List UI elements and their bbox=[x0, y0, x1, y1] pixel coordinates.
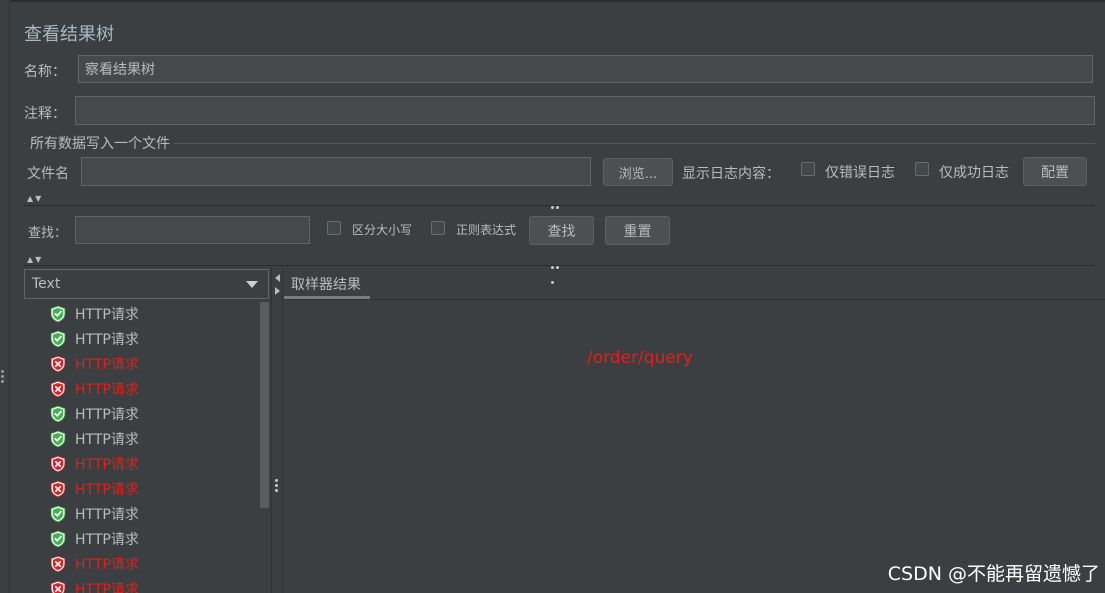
regex-checkbox[interactable] bbox=[431, 221, 445, 235]
tree-item-label: HTTP请求 bbox=[75, 456, 139, 473]
splitter-2-grip-icon[interactable] bbox=[551, 258, 565, 284]
splitter-1-grip-icon[interactable] bbox=[551, 198, 565, 224]
filename-label: 文件名 bbox=[27, 166, 69, 182]
splitter-2[interactable] bbox=[24, 265, 1095, 266]
tree-item[interactable]: HTTP请求 bbox=[50, 376, 139, 401]
tree-item-label: HTTP请求 bbox=[75, 381, 139, 398]
green-shield-check-icon bbox=[50, 305, 66, 323]
renderer-select[interactable]: Text bbox=[24, 269, 269, 299]
regex-label: 正则表达式 bbox=[456, 223, 517, 237]
configure-button[interactable]: 配置 bbox=[1023, 157, 1087, 186]
window-top-border bbox=[0, 0, 1105, 2]
comment-label: 注释： bbox=[24, 106, 66, 122]
vertical-splitter-grip-icon[interactable] bbox=[275, 479, 279, 494]
renderer-select-value: Text bbox=[32, 276, 61, 292]
search-label: 查找： bbox=[28, 226, 68, 241]
tree-item[interactable]: HTTP请求 bbox=[50, 401, 139, 426]
tree-item[interactable]: HTTP请求 bbox=[50, 576, 139, 593]
search-field[interactable] bbox=[75, 216, 310, 244]
tree-item-label: HTTP请求 bbox=[75, 506, 139, 523]
success-only-checkbox[interactable] bbox=[915, 162, 929, 176]
green-shield-check-icon bbox=[50, 530, 66, 548]
tree-item-label: HTTP请求 bbox=[75, 531, 139, 548]
green-shield-check-icon bbox=[50, 405, 66, 423]
tab-sampler-result[interactable]: 取样器结果 bbox=[284, 268, 368, 299]
name-field[interactable]: 察看结果树 bbox=[78, 55, 1093, 83]
log-content-label: 显示日志内容： bbox=[682, 166, 780, 182]
left-panel-edge bbox=[0, 0, 10, 593]
file-group-border bbox=[24, 143, 1095, 144]
reset-button[interactable]: 重置 bbox=[605, 216, 670, 245]
vertical-splitter[interactable] bbox=[271, 268, 283, 593]
panel-title: 查看结果树 bbox=[24, 24, 114, 45]
red-shield-x-icon bbox=[50, 580, 66, 593]
red-shield-x-icon bbox=[50, 555, 66, 573]
case-sensitive-label: 区分大小写 bbox=[352, 223, 413, 237]
collapse-left-icon[interactable] bbox=[275, 274, 280, 282]
tree-scrollbar-thumb[interactable] bbox=[260, 302, 269, 508]
watermark: CSDN @不能再留遗憾了 bbox=[887, 563, 1100, 585]
expand-right-icon[interactable] bbox=[275, 287, 280, 295]
filename-field[interactable] bbox=[81, 157, 591, 186]
comment-field[interactable] bbox=[75, 96, 1095, 125]
green-shield-check-icon bbox=[50, 505, 66, 523]
splitter-1-arrows-icon[interactable]: ▲▼ bbox=[27, 194, 43, 203]
splitter-2-arrows-icon[interactable]: ▲▼ bbox=[27, 255, 43, 264]
tree-item[interactable]: HTTP请求 bbox=[50, 351, 139, 376]
red-shield-x-icon bbox=[50, 480, 66, 498]
tree-item[interactable]: HTTP请求 bbox=[50, 501, 139, 526]
green-shield-check-icon bbox=[50, 430, 66, 448]
tab-strip-border bbox=[284, 299, 1105, 300]
errors-only-checkbox[interactable] bbox=[801, 162, 815, 176]
results-tree[interactable]: HTTP请求 HTTP请求 HTTP请求 HTTP请求 HTTP请求 HTTP请求 HTTP… bbox=[24, 301, 259, 593]
tree-item-label: HTTP请求 bbox=[75, 331, 139, 348]
success-only-label: 仅成功日志 bbox=[939, 165, 1009, 181]
tree-item[interactable]: HTTP请求 bbox=[50, 476, 139, 501]
tree-item-label: HTTP请求 bbox=[75, 356, 139, 373]
tree-item-label: HTTP请求 bbox=[75, 481, 139, 498]
find-button[interactable]: 查找 bbox=[529, 216, 594, 245]
tree-item[interactable]: HTTP请求 bbox=[50, 301, 139, 326]
red-shield-x-icon bbox=[50, 380, 66, 398]
browse-button[interactable]: 浏览... bbox=[603, 158, 673, 186]
tree-item-label: HTTP请求 bbox=[75, 306, 139, 323]
tree-item-label: HTTP请求 bbox=[75, 406, 139, 423]
splitter-1[interactable] bbox=[24, 205, 1095, 206]
tree-item-label: HTTP请求 bbox=[75, 556, 139, 573]
file-group-title: 所有数据写入一个文件 bbox=[26, 133, 174, 153]
green-shield-check-icon bbox=[50, 330, 66, 348]
case-sensitive-checkbox[interactable] bbox=[327, 221, 341, 235]
left-splitter-grip-icon[interactable] bbox=[1, 368, 5, 384]
tree-item[interactable]: HTTP请求 bbox=[50, 451, 139, 476]
tree-item[interactable]: HTTP请求 bbox=[50, 326, 139, 351]
tree-item[interactable]: HTTP请求 bbox=[50, 526, 139, 551]
sampler-result-text: /order/query bbox=[587, 348, 693, 368]
tree-item[interactable]: HTTP请求 bbox=[50, 426, 139, 451]
name-label: 名称： bbox=[24, 64, 66, 80]
errors-only-label: 仅错误日志 bbox=[825, 165, 895, 181]
chevron-down-icon bbox=[246, 281, 258, 288]
tree-item-label: HTTP请求 bbox=[75, 581, 139, 593]
tree-item[interactable]: HTTP请求 bbox=[50, 551, 139, 576]
tree-item-label: HTTP请求 bbox=[75, 431, 139, 448]
red-shield-x-icon bbox=[50, 455, 66, 473]
red-shield-x-icon bbox=[50, 355, 66, 373]
